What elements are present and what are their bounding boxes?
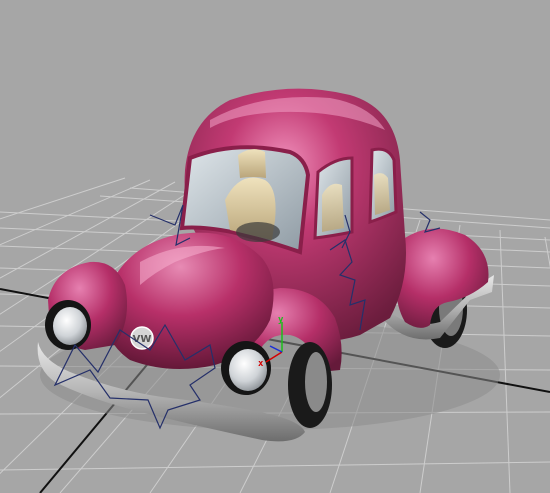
back-seat bbox=[374, 173, 390, 215]
gizmo-x-label: x bbox=[258, 359, 264, 369]
viewport-canvas[interactable]: VW y x bbox=[0, 0, 550, 493]
3d-viewport[interactable]: VW y x bbox=[0, 0, 550, 493]
right-headlight[interactable] bbox=[221, 341, 271, 395]
front-right-tire[interactable] bbox=[288, 342, 332, 428]
svg-text:VW: VW bbox=[133, 334, 152, 345]
gizmo-y-label: y bbox=[278, 315, 284, 325]
rear-seat bbox=[322, 183, 344, 232]
vw-emblem-icon: VW bbox=[130, 326, 154, 350]
left-headlight[interactable] bbox=[45, 300, 91, 350]
